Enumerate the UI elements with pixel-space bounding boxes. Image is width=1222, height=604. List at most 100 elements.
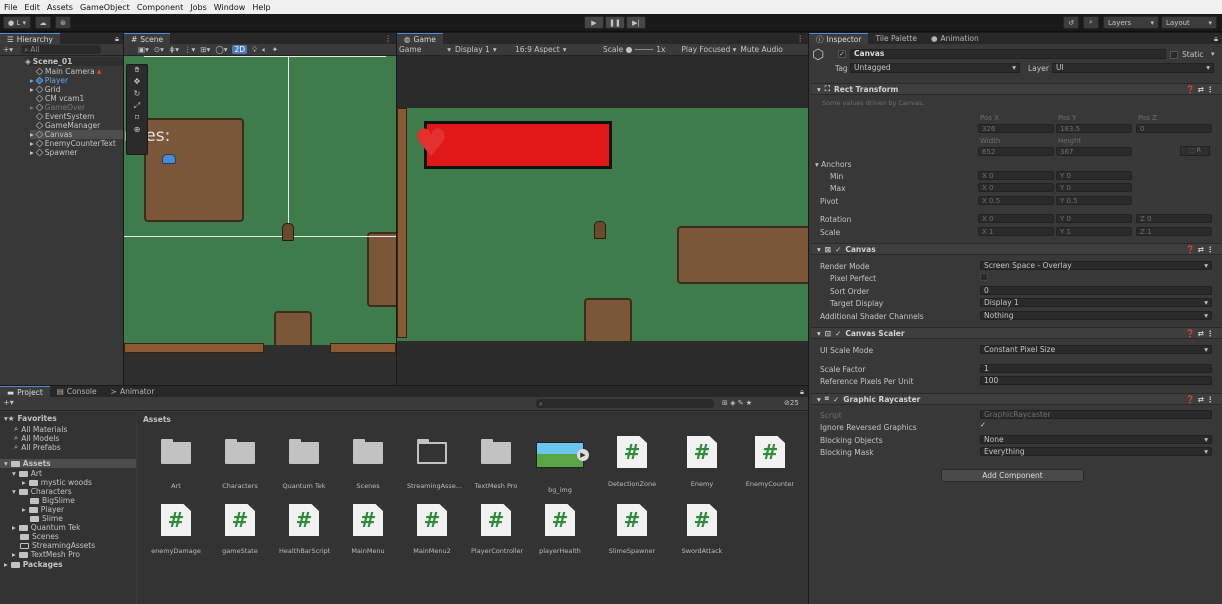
tab-animation[interactable]: ● Animation [924,33,986,44]
grid-snap-dropdown[interactable]: ⋕▾ [169,45,179,54]
game-view-dropdown[interactable]: Game ▾ [399,45,451,54]
graphic-raycaster-header[interactable]: ▾ ⌗ ✓ Graphic Raycaster ❓ ⇄ ⋮ [811,393,1222,405]
hierarchy-item-eventsystem[interactable]: EventSystem [35,112,94,121]
asset-tile[interactable]: # DetectionZone [607,436,657,488]
component-menu-icon[interactable]: ❓ ⇄ ⋮ [1186,395,1214,404]
object-name-field[interactable]: Canvas [850,49,1166,59]
folder-mystic-woods[interactable]: ▸ mystic woods [22,478,92,487]
width-field[interactable]: 652 [978,147,1054,156]
add-button[interactable]: +▾ [3,45,13,54]
play-button[interactable]: ▶ [584,16,604,29]
folder-player[interactable]: ▸ Player [22,505,64,514]
asset-tile[interactable]: # gameState [215,504,265,555]
more-icon[interactable]: ⋮ [385,34,393,43]
shader-channels-dropdown[interactable]: Nothing ▾ [980,311,1212,320]
height-field[interactable]: 367 [1056,147,1132,156]
scene-root[interactable]: ◈ Scene_01 [25,57,123,66]
rect-tool-icon[interactable]: ⌑ [127,113,147,125]
add-button[interactable]: +▾ [3,398,14,407]
tab-hierarchy[interactable]: ☰ Hierarchy [0,33,60,44]
layer-dropdown[interactable]: UI ▾ [1052,63,1214,73]
pause-button[interactable]: ❚❚ [605,16,625,29]
transform-tool-icon[interactable]: ⊕ [127,125,147,137]
folder-art[interactable]: ▾ Art [12,469,42,478]
menu-component[interactable]: Component [137,3,183,12]
search-button[interactable]: ⌕ [1083,16,1099,29]
asset-tile[interactable]: Art [151,439,201,490]
filter-icons[interactable]: ⊞ ◈ ✎ ★ [722,399,752,407]
tab-scene[interactable]: # Scene [124,33,171,44]
game-viewport[interactable]: ♥ [397,108,808,341]
hierarchy-item-player[interactable]: ▸ Player [30,76,68,85]
scale-x-field[interactable]: X 1 [978,227,1054,236]
component-menu-icon[interactable]: ❓ ⇄ ⋮ [1186,329,1214,338]
target-display-dropdown[interactable]: Display 1 ▾ [980,298,1212,307]
hierarchy-item-cm-vcam1[interactable]: CM vcam1 [35,94,84,103]
asset-tile[interactable]: # Enemy [677,436,727,488]
hierarchy-search[interactable]: ⌕ All [21,45,102,54]
toggle-2d-button[interactable]: 2D [232,45,248,54]
add-component-button[interactable]: Add Component [941,469,1084,482]
fav-all-prefabs[interactable]: ⌕ All Prefabs [14,442,61,452]
anchor-min-y-field[interactable]: Y 0 [1056,171,1132,180]
component-menu-icon[interactable]: ❓ ⇄ ⋮ [1186,85,1214,94]
asset-tile[interactable]: ▶ bg_img [535,442,589,494]
anchor-max-y-field[interactable]: Y 0 [1056,183,1132,192]
lock-icon[interactable]: 🔒︎ [1214,34,1218,44]
rotate-tool-icon[interactable]: ↻ [127,89,147,101]
ui-scale-mode-dropdown[interactable]: Constant Pixel Size ▾ [980,345,1212,354]
chevron-down-icon[interactable]: ▾ [1211,50,1215,58]
enabled-checkbox[interactable]: ✓ [835,245,841,254]
hand-tool-icon[interactable]: ✋︎ [127,65,147,77]
posy-field[interactable]: 183.5 [1056,124,1132,133]
anchor-max-x-field[interactable]: X 0 [978,183,1054,192]
cloud-button[interactable]: ☁ [35,16,51,29]
asset-tile[interactable]: # playerHealth [535,504,585,555]
asset-tile[interactable]: # SwordAttack [677,504,727,555]
asset-tile[interactable]: Scenes [343,439,393,490]
move-tool-icon[interactable]: ✥ [127,77,147,89]
scale-factor-field[interactable]: 1 [980,364,1212,373]
breadcrumb[interactable]: Assets [143,415,171,424]
sort-order-field[interactable]: 0 [980,286,1212,295]
scene-camera-dropdown[interactable]: ◯▾ [215,45,227,54]
hierarchy-item-main-camera[interactable]: Main Camera ▲ [35,67,101,76]
menu-assets[interactable]: Assets [47,3,73,12]
pivot-y-field[interactable]: Y 0.5 [1056,196,1132,205]
active-checkbox[interactable]: ✓ [838,50,846,58]
packages-root[interactable]: ▸ Packages [4,560,63,569]
menu-file[interactable]: File [4,3,17,12]
menu-help[interactable]: Help [252,3,270,12]
anchors-label[interactable]: ▾ Anchors [815,160,852,169]
hidden-count[interactable]: ⊘25 [784,399,799,407]
step-button[interactable]: ▶| [626,16,646,29]
aspect-dropdown[interactable]: 16:9 Aspect ▾ [515,45,599,54]
display-dropdown[interactable]: Display 1 ▾ [455,45,511,54]
lock-icon[interactable]: 🔒︎ [115,34,119,44]
menu-jobs[interactable]: Jobs [190,3,207,12]
gizmo-dropdown[interactable]: ⊙▾ [154,45,164,54]
blueprint-buttons[interactable]: ⬚ R [1180,146,1210,156]
tab-game[interactable]: ◍ Game [397,33,443,44]
lock-icon[interactable]: 🔒︎ [800,387,804,397]
more-icon[interactable]: ⋮ [797,34,805,43]
mute-audio-toggle[interactable]: Mute Audio [740,45,782,54]
favorites-header[interactable]: ▾★ Favorites [4,414,57,423]
rect-transform-header[interactable]: ▾ ⛶ Rect Transform ❓ ⇄ ⋮ [811,83,1222,95]
folder-textmesh-pro[interactable]: ▸ TextMesh Pro [12,550,80,559]
asset-tile[interactable]: Characters [215,439,265,490]
component-menu-icon[interactable]: ❓ ⇄ ⋮ [1186,245,1214,254]
tab-animator[interactable]: ≻ Animator [104,386,162,397]
rotation-x-field[interactable]: X 0 [978,214,1054,223]
tag-dropdown[interactable]: Untagged ▾ [850,63,1020,73]
hierarchy-item-spawner[interactable]: ▸ Spawner [30,148,77,157]
blocking-mask-dropdown[interactable]: Everything ▾ [980,447,1212,456]
snap-dropdown[interactable]: ⋮▾ [184,45,195,54]
posz-field[interactable]: 0 [1136,124,1212,133]
ref-ppu-field[interactable]: 100 [980,376,1212,385]
enabled-checkbox[interactable]: ✓ [835,329,841,338]
asset-tile[interactable]: Quantum Tek [279,439,329,490]
asset-tile[interactable]: # enemyDamage [151,504,201,555]
canvas-component-header[interactable]: ▾ ⊠ ✓ Canvas ❓ ⇄ ⋮ [811,243,1222,255]
scene-viewport[interactable]: mies: [124,56,396,385]
